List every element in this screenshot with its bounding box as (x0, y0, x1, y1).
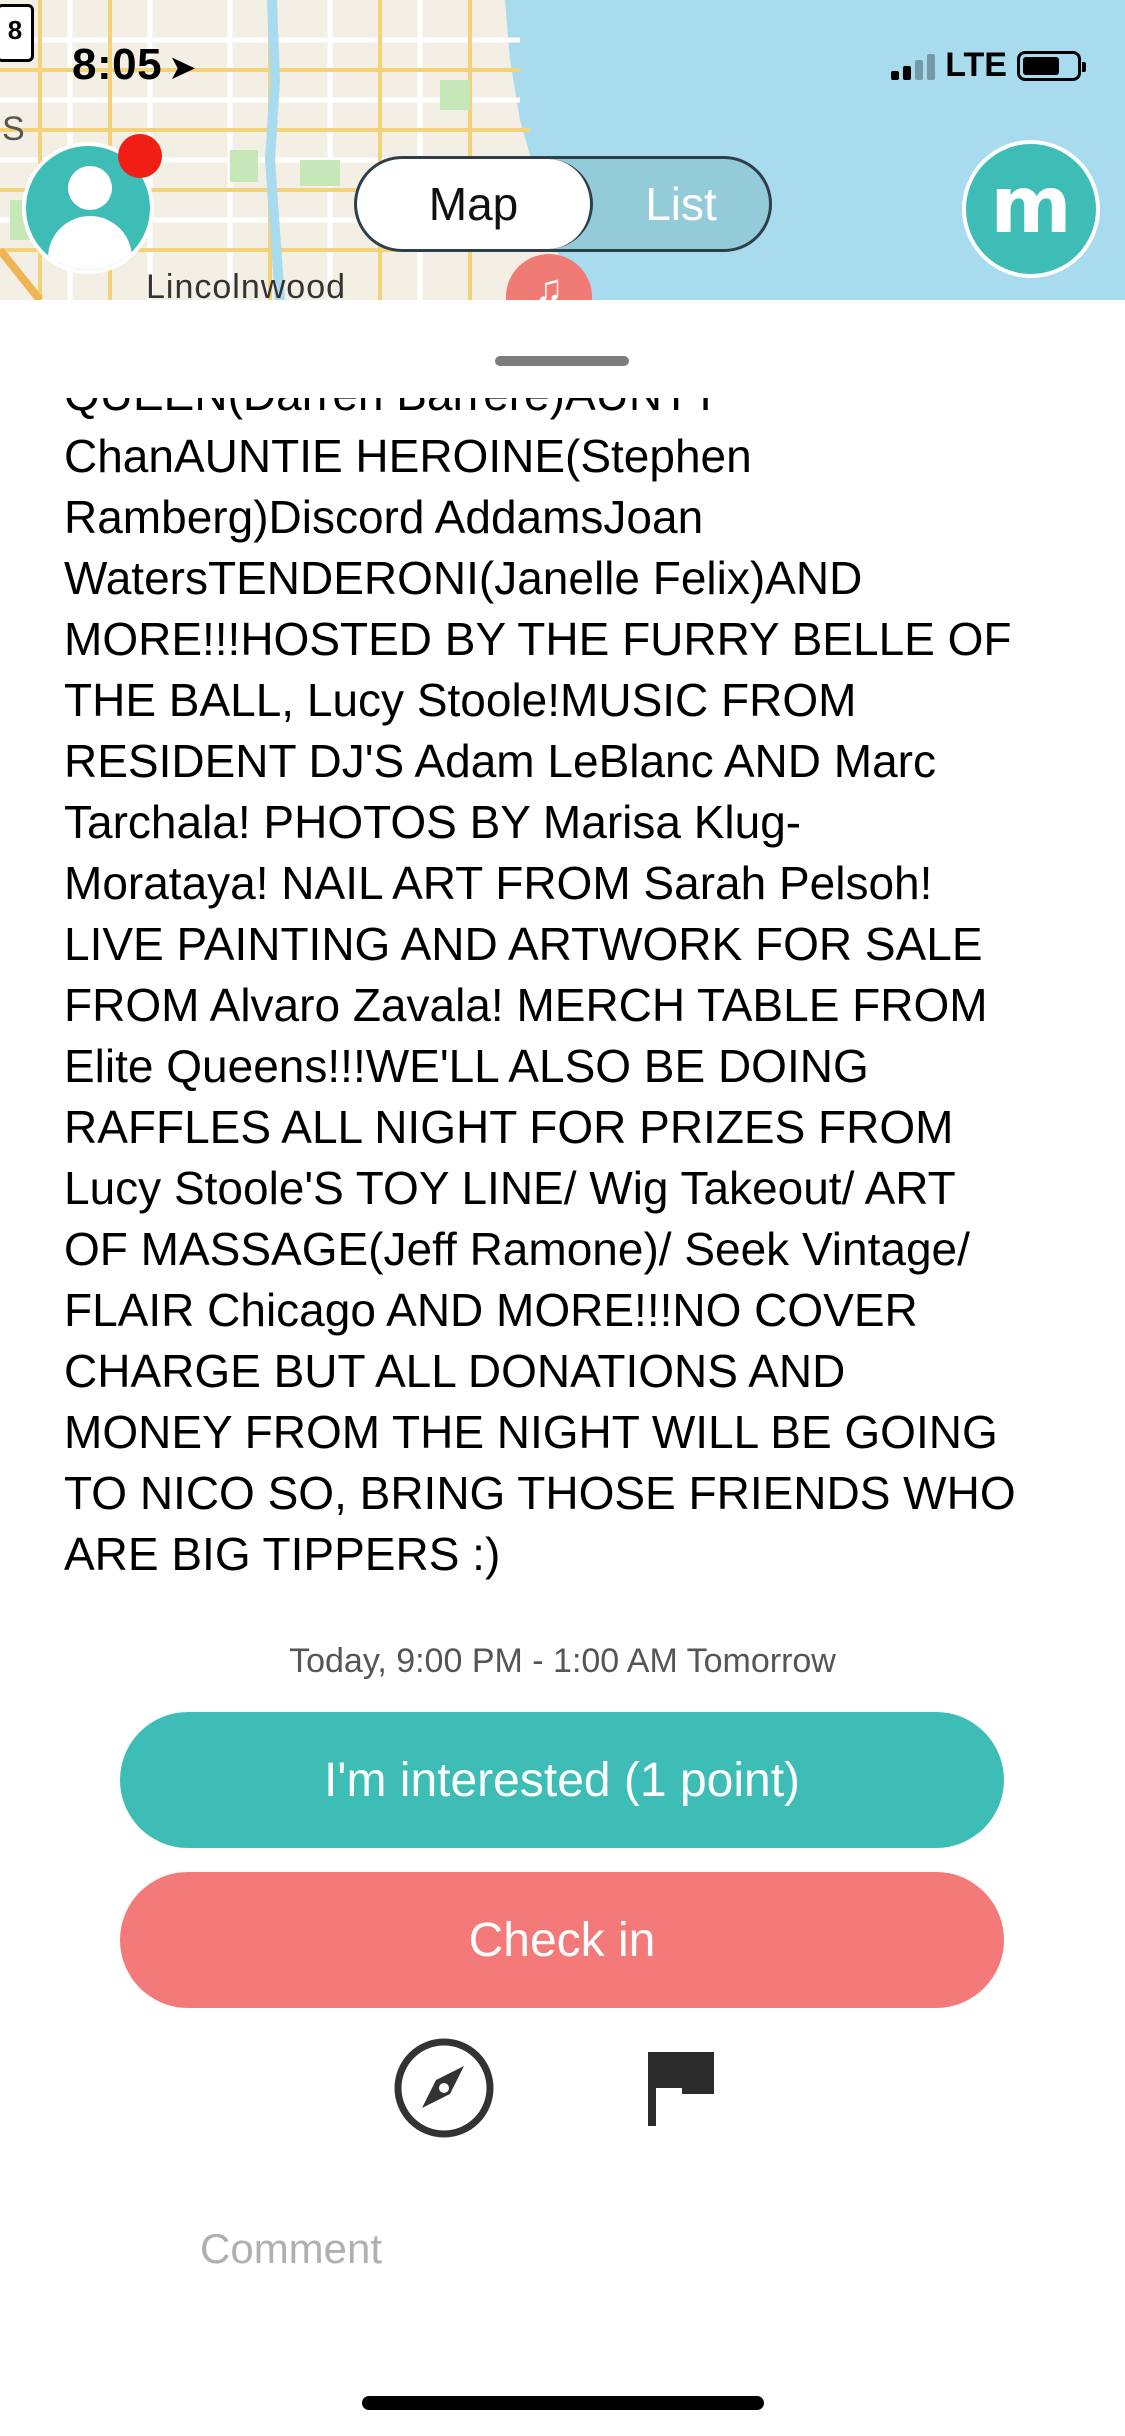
event-description: ChanAUNTIE HEROINE(Stephen Ramberg)Disco… (64, 430, 1016, 1580)
carrier-label: LTE (945, 46, 1007, 84)
map-place-label: Lincolnwood (146, 268, 347, 300)
app-logo-button[interactable]: m (962, 140, 1100, 278)
compass-icon[interactable] (392, 2036, 496, 2140)
comment-input[interactable] (198, 2224, 1002, 2274)
event-time-range: Today, 9:00 PM - 1:00 AM Tomorrow (289, 1642, 836, 1680)
highway-shield-icon: 8 (0, 4, 34, 62)
map-tab[interactable]: Map (357, 159, 593, 249)
user-avatar-icon (68, 166, 112, 210)
flag-icon[interactable] (642, 2048, 718, 2128)
home-indicator[interactable] (362, 2396, 764, 2410)
battery-icon (1017, 50, 1086, 81)
check-in-button[interactable]: Check in (120, 1872, 1004, 2008)
map-edge-label: S (2, 110, 25, 148)
list-tab[interactable]: List (593, 159, 769, 249)
status-time: 8:05 ➤ (72, 40, 198, 89)
notification-badge (118, 134, 162, 178)
view-toggle[interactable]: Map List (354, 156, 772, 252)
interested-button[interactable]: I'm interested (1 point) (120, 1712, 1004, 1848)
drag-handle[interactable] (495, 356, 629, 366)
location-arrow-icon: ➤ (168, 49, 198, 87)
description-cut-line: QUEEN(Darren Barrere)AUNTY (64, 398, 721, 425)
map-view[interactable]: 8 8:05 ➤ LTE S Lincolnwood ♫ Map List m (0, 0, 1125, 300)
cellular-signal-icon (891, 52, 936, 80)
logo-letter: m (990, 161, 1072, 251)
event-detail-sheet: QUEEN(Darren Barrere)AUNTY ChanAUNTIE HE… (0, 300, 1125, 2436)
status-indicators: LTE (891, 46, 1086, 85)
